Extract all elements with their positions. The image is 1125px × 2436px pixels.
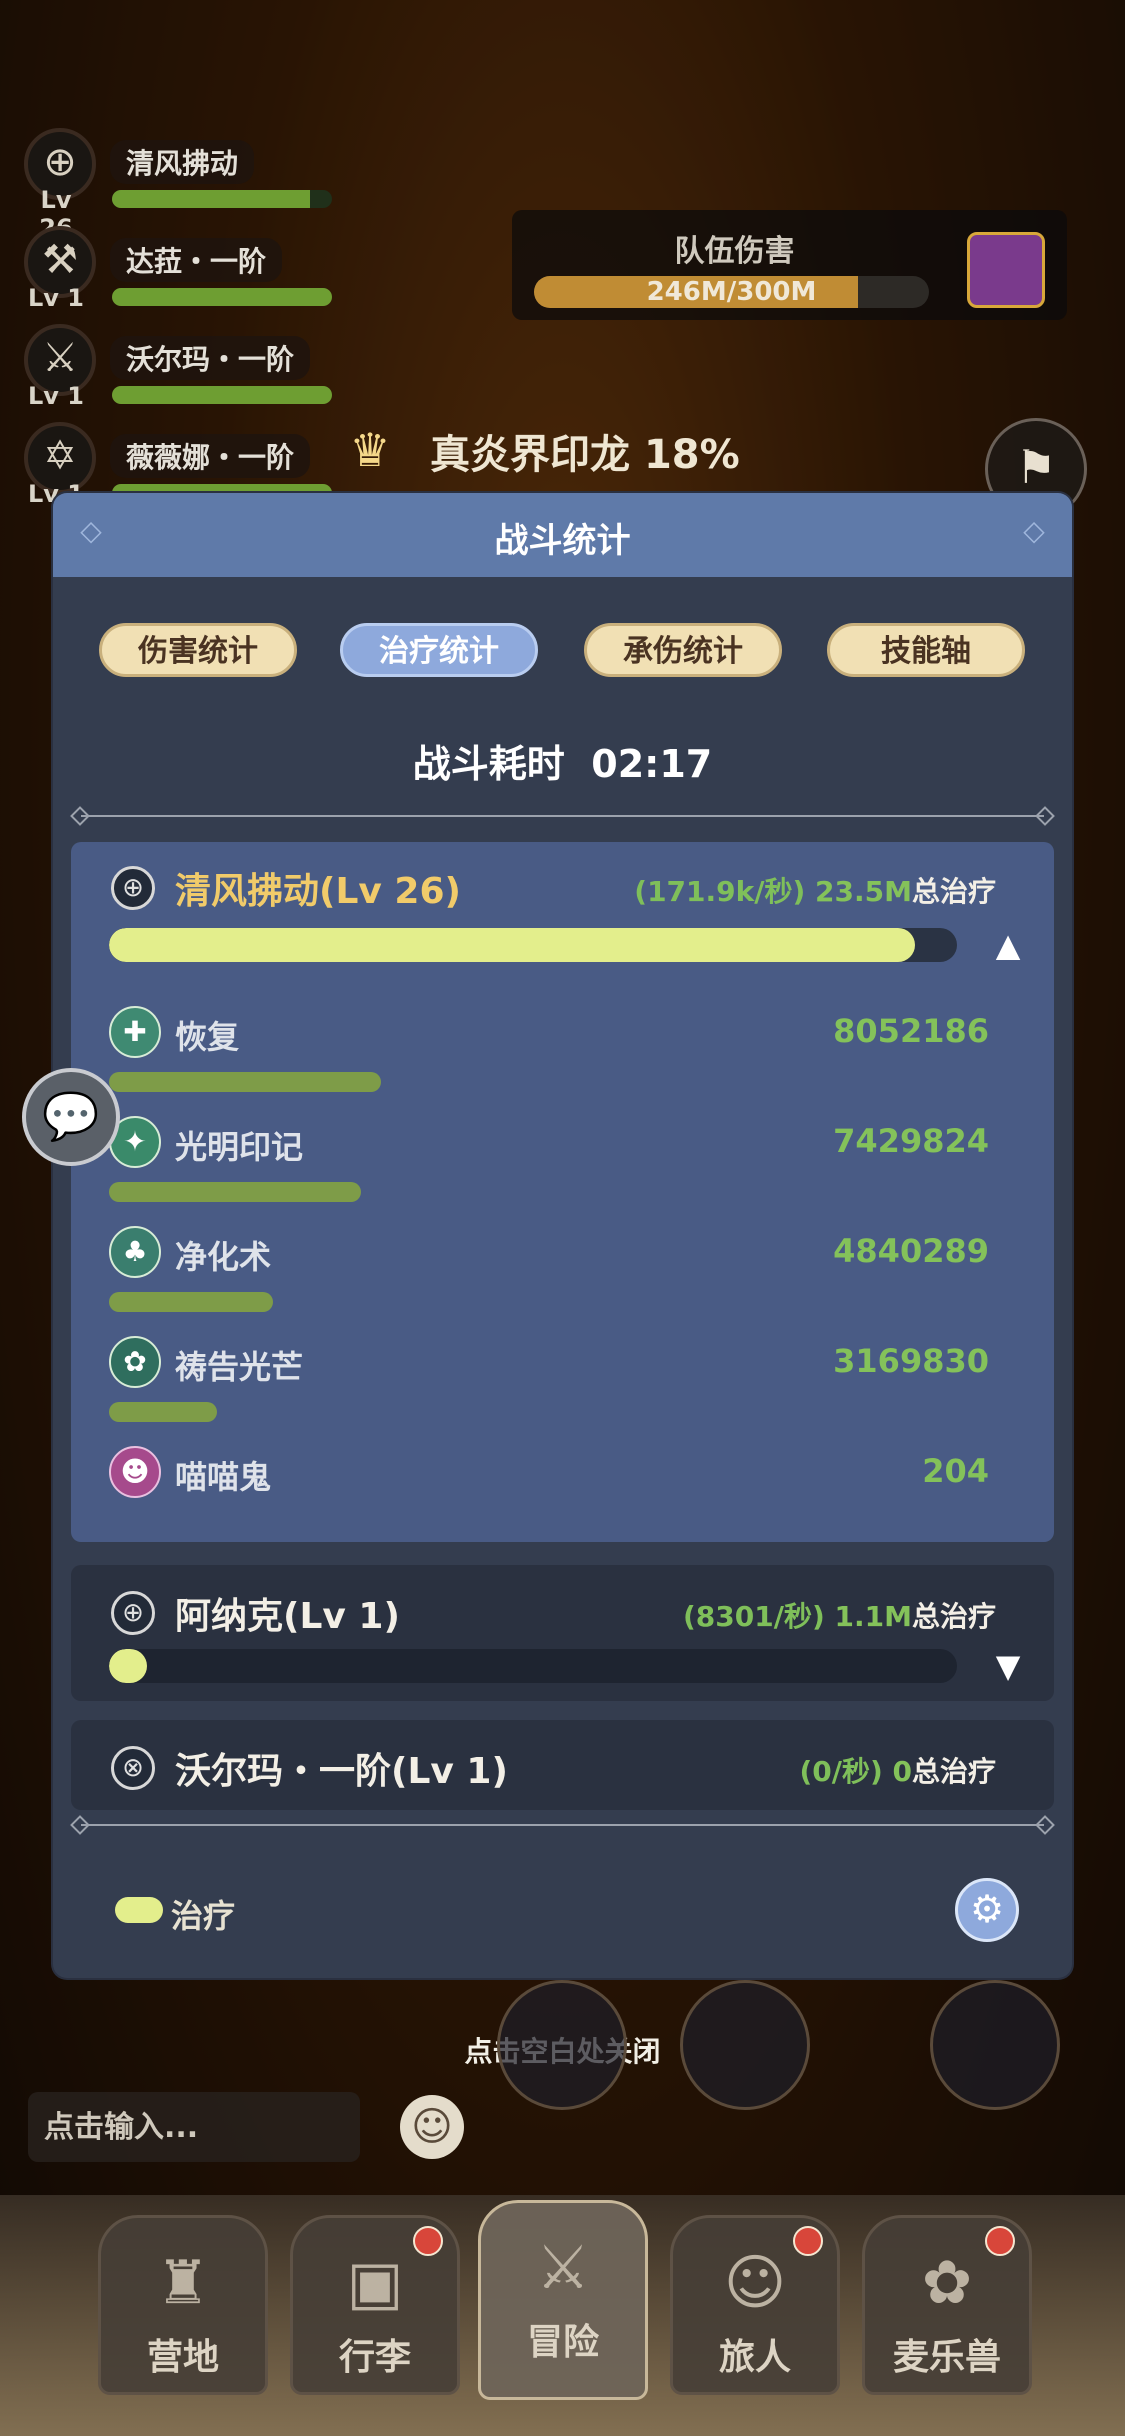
tree-icon: ♣	[109, 1226, 161, 1278]
nav-pets[interactable]: ✿ 麦乐兽	[862, 2215, 1032, 2395]
skill-name: 光明印记	[175, 1128, 304, 1166]
team-damage-title: 队伍伤害	[674, 234, 795, 269]
chat-input[interactable]	[28, 2092, 360, 2162]
team-damage-value: 246M/300M	[646, 277, 817, 307]
skill-orb[interactable]	[680, 1980, 810, 2110]
modal-title: 战斗统计	[494, 521, 631, 561]
skill-bar	[109, 1402, 217, 1422]
skill-name: 祷告光芒	[175, 1348, 304, 1386]
diamond-ornament-icon: ◇	[1023, 514, 1045, 547]
treasure-chest-icon[interactable]	[967, 232, 1045, 308]
crossed-swords-icon: ⚔	[536, 2233, 590, 2303]
skill-name: 恢复	[175, 1018, 240, 1056]
skill-orb[interactable]	[930, 1980, 1060, 2110]
tab-damage[interactable]: 伤害统计	[99, 623, 297, 677]
nav-adventure[interactable]: ⚔ 冒险	[478, 2200, 648, 2400]
hero-name: 沃尔玛・一阶(Lv 1)	[175, 1751, 508, 1792]
skill-bar	[109, 1072, 381, 1092]
skill-value: 3169830	[833, 1342, 989, 1380]
party-member-hp-bar	[112, 288, 332, 306]
tab-healing[interactable]: 治疗统计	[340, 623, 538, 677]
nav-label: 营地	[146, 2337, 219, 2378]
party-member-level: Lv 1	[28, 382, 84, 410]
divider	[81, 1824, 1044, 1826]
stats-tabs: 伤害统计 治疗统计 承伤统计 技能轴	[53, 623, 1072, 679]
tab-skill-timeline[interactable]: 技能轴	[827, 623, 1025, 677]
crosshair-icon: ⊕	[111, 866, 155, 910]
leaf-heal-icon: ✚	[109, 1006, 161, 1058]
party-member-level: Lv 1	[28, 284, 84, 312]
skill-value: 204	[922, 1452, 989, 1490]
party-member-name: 达菈・一阶	[110, 238, 283, 282]
skill-name: 喵喵鬼	[175, 1458, 272, 1496]
boss-crest-icon: ♛	[349, 423, 391, 477]
crossed-swords-icon: ⊗	[111, 1746, 155, 1790]
skill-row: ✚ 恢复 8052186	[109, 1006, 989, 1106]
skill-value: 8052186	[833, 1012, 989, 1050]
tab-damage-taken[interactable]: 承伤统计	[584, 623, 782, 677]
hero-heal-card[interactable]: ⊗ 沃尔玛・一阶(Lv 1) (0/秒) 0总治疗	[71, 1720, 1054, 1810]
hero-name: 阿纳克(Lv 1)	[175, 1596, 400, 1637]
nav-travelers[interactable]: ☺ 旅人	[670, 2215, 840, 2395]
skill-value: 4840289	[833, 1232, 989, 1270]
chat-bubble-icon[interactable]: 💬	[22, 1068, 120, 1166]
skill-row: ♣ 净化术 4840289	[109, 1226, 989, 1326]
hero-heal-total: (0/秒) 0总治疗	[799, 1755, 996, 1788]
legend-swatch	[115, 1897, 163, 1923]
modal-header: ◇ 战斗统计 ◇	[53, 493, 1072, 577]
hero-heal-card[interactable]: ⊕ 阿纳克(Lv 1) (8301/秒) 1.1M总治疗 ▼	[71, 1565, 1054, 1701]
party-member-name: 沃尔玛・一阶	[110, 336, 311, 380]
skill-row: ✦ 光明印记 7429824	[109, 1116, 989, 1216]
party-list: ⊕ Lv 26 清风拂动 ⚒ Lv 1 达菈・一阶 ⚔ Lv 1 沃尔玛・一阶 …	[20, 128, 332, 520]
settings-gear-icon[interactable]: ⚙	[955, 1878, 1019, 1942]
battle-stats-modal: ◇ 战斗统计 ◇ 伤害统计 治疗统计 承伤统计 技能轴 战斗耗时 02:17 ⊕…	[53, 493, 1072, 1978]
boss-banner: ♛ 真炎界印龙 18%	[330, 420, 790, 480]
skill-bar	[109, 1182, 361, 1202]
hero-heal-card[interactable]: ⊕ 清风拂动(Lv 26) (171.9k/秒) 23.5M总治疗 ▲ ✚ 恢复…	[71, 842, 1054, 1542]
emoji-icon[interactable]: ☺	[400, 2095, 464, 2159]
battle-duration: 战斗耗时 02:17	[412, 742, 713, 786]
hero-name: 清风拂动(Lv 26)	[175, 871, 461, 912]
party-member-name: 清风拂动	[110, 140, 255, 184]
party-member: ⚒ Lv 1 达菈・一阶	[20, 226, 332, 324]
boss-name: 真炎界印龙 18%	[430, 432, 740, 478]
backpack-icon: ▣	[346, 2248, 404, 2318]
skill-bar	[109, 1292, 273, 1312]
crosshair-icon: ⊕	[111, 1591, 155, 1635]
nav-luggage[interactable]: ▣ 行李	[290, 2215, 460, 2395]
hero-heal-total: (8301/秒) 1.1M总治疗	[683, 1600, 996, 1633]
nav-label: 旅人	[718, 2337, 791, 2378]
nav-label: 冒险	[526, 2322, 599, 2363]
cat-ghost-icon: ☻	[109, 1446, 161, 1498]
party-member: ⚔ Lv 1 沃尔玛・一阶	[20, 324, 332, 422]
hero-heal-total: (171.9k/秒) 23.5M总治疗	[634, 875, 996, 908]
character-icon: ☺	[723, 2248, 787, 2318]
party-member-hp-bar	[112, 386, 332, 404]
collapse-arrow-icon[interactable]: ▲	[990, 929, 1026, 961]
expand-arrow-icon[interactable]: ▼	[990, 1650, 1026, 1682]
party-member-name: 薇薇娜・一阶	[110, 434, 311, 478]
hero-heal-bar	[109, 928, 957, 962]
party-member-hp-bar	[112, 190, 332, 208]
nav-label: 麦乐兽	[892, 2337, 1001, 2378]
hero-heal-bar	[109, 1649, 957, 1683]
flower-icon: ✿	[109, 1336, 161, 1388]
skill-orb[interactable]	[497, 1980, 627, 2110]
party-member: ⊕ Lv 26 清风拂动	[20, 128, 332, 242]
cat-icon: ✿	[921, 2248, 973, 2318]
legend-label: 治疗	[171, 1897, 236, 1935]
castle-icon: ♜	[156, 2248, 210, 2318]
skill-row: ☻ 喵喵鬼 204	[109, 1446, 989, 1546]
divider	[81, 815, 1044, 817]
team-damage-panel: 队伍伤害 246M/300M	[512, 210, 1067, 320]
skill-value: 7429824	[833, 1122, 989, 1160]
skill-name: 净化术	[175, 1238, 272, 1276]
nav-label: 行李	[338, 2337, 411, 2378]
skill-row: ✿ 祷告光芒 3169830	[109, 1336, 989, 1436]
nav-camp[interactable]: ♜ 营地	[98, 2215, 268, 2395]
